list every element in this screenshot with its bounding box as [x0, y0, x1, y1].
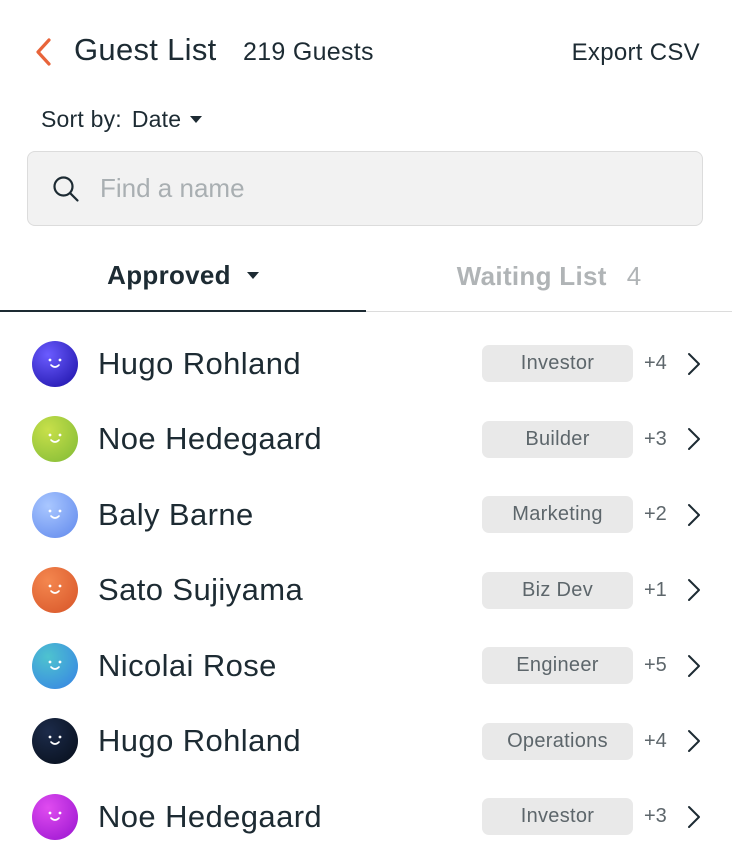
tab-waiting-label: Waiting List	[456, 260, 607, 291]
search-icon	[52, 175, 80, 203]
export-csv-button[interactable]: Export CSV	[572, 39, 700, 67]
plus-count: +2	[644, 503, 667, 526]
avatar	[32, 567, 78, 614]
tab-approved-label: Approved	[107, 259, 231, 290]
guest-name: Sato Sujiyama	[98, 572, 304, 608]
role-tag: Biz Dev	[482, 571, 633, 609]
search-bar[interactable]	[27, 151, 703, 226]
guest-row[interactable]: Nicolai Rose Engineer +5	[0, 628, 732, 704]
avatar	[32, 340, 78, 387]
avatar	[32, 491, 78, 538]
tab-waiting-count: 4	[626, 260, 642, 291]
role-tag: Builder	[482, 420, 633, 458]
sort-dropdown[interactable]: Date	[131, 106, 203, 133]
search-input[interactable]	[100, 173, 660, 204]
tab-approved[interactable]: Approved	[0, 240, 366, 312]
tab-waiting-list[interactable]: Waiting List 4	[366, 240, 732, 312]
guest-row[interactable]: Sato Sujiyama Biz Dev +1	[0, 553, 732, 629]
guest-row[interactable]: Noe Hedegaard Builder +3	[0, 402, 732, 478]
plus-count: +3	[644, 805, 667, 828]
guest-name: Noe Hedegaard	[98, 421, 323, 457]
guest-list: Hugo Rohland Investor +4 Noe Hedegaard Build…	[0, 326, 732, 855]
back-button[interactable]	[30, 36, 58, 68]
role-tag: Investor	[482, 798, 633, 836]
guest-name: Noe Hedegaard	[98, 798, 323, 834]
chevron-right-icon[interactable]	[684, 576, 704, 604]
chevron-right-icon[interactable]	[684, 425, 704, 453]
role-tag: Engineer	[482, 647, 633, 685]
guest-count: 219 Guests	[243, 38, 374, 66]
avatar	[32, 718, 78, 765]
avatar	[32, 642, 78, 689]
sort-label: Sort by:	[41, 106, 122, 132]
sort-value: Date	[131, 106, 182, 132]
role-tag: Operations	[482, 722, 633, 760]
chevron-right-icon[interactable]	[684, 652, 704, 680]
guest-row[interactable]: Hugo Rohland Investor +4	[0, 326, 732, 402]
tab-bar: Approved Waiting List 4	[0, 240, 732, 312]
caret-down-icon	[246, 271, 259, 279]
guest-name: Hugo Rohland	[98, 345, 302, 381]
sort-control: Sort by: Date	[41, 106, 203, 133]
chevron-right-icon[interactable]	[684, 501, 704, 529]
avatar	[32, 793, 78, 840]
chevron-right-icon[interactable]	[684, 727, 704, 755]
chevron-right-icon[interactable]	[684, 803, 704, 831]
plus-count: +5	[644, 654, 667, 677]
guest-row[interactable]: Baly Barne Marketing +2	[0, 477, 732, 553]
chevron-left-icon	[36, 38, 51, 66]
caret-down-icon	[190, 116, 203, 123]
guest-name: Hugo Rohland	[98, 723, 302, 759]
plus-count: +1	[644, 578, 667, 601]
plus-count: +4	[644, 729, 667, 752]
chevron-right-icon[interactable]	[684, 350, 704, 378]
guest-name: Nicolai Rose	[98, 647, 277, 683]
page-title: Guest List	[74, 32, 217, 67]
guest-name: Baly Barne	[98, 496, 254, 532]
plus-count: +3	[644, 427, 667, 450]
plus-count: +4	[644, 352, 667, 375]
role-tag: Investor	[482, 345, 633, 383]
avatar	[32, 416, 78, 463]
guest-row[interactable]: Noe Hedegaard Investor +3	[0, 779, 732, 855]
header: Guest List 219 Guests Export CSV	[0, 0, 732, 100]
role-tag: Marketing	[482, 496, 633, 534]
guest-row[interactable]: Hugo Rohland Operations +4	[0, 704, 732, 780]
